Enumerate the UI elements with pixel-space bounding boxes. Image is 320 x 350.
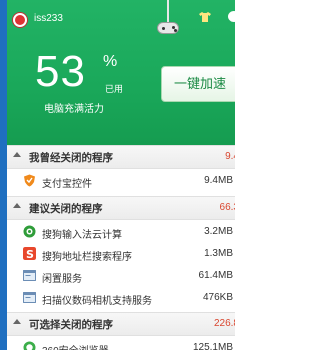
header-panel: iss233 53 % 已用 电脑充满活力 一键加速: [7, 0, 235, 145]
program-name: 扫描仪数码相机支持服务: [42, 296, 152, 307]
list-item[interactable]: 闲置服务 61.4MB: [7, 265, 235, 287]
browser-360-icon: [23, 341, 36, 350]
program-size: 61.4MB: [198, 270, 233, 281]
program-name: 搜狗输入法云计算: [42, 230, 122, 241]
section-title: 可选择关闭的程序: [29, 319, 113, 331]
list-item[interactable]: S 搜狗地址栏搜索程序 1.3MB: [7, 243, 235, 265]
sogou-input-icon: [23, 225, 36, 238]
percent-sign: %: [103, 53, 118, 70]
program-name: 支付宝控件: [42, 179, 92, 190]
program-size: 3.2MB: [204, 226, 233, 237]
program-list: 我曾经关闭的程序 9.4 支付宝控件 9.4MB 建议关闭的程序 66.3 搜狗…: [7, 145, 239, 350]
username: iss233: [34, 13, 63, 24]
skin-shirt-icon[interactable]: [199, 12, 211, 22]
program-name: 闲置服务: [42, 274, 82, 285]
vitality-status: 电脑充满活力: [44, 104, 104, 115]
section-header-suggested-close[interactable]: 建议关闭的程序 66.3: [7, 196, 239, 220]
list-item[interactable]: 支付宝控件 9.4MB: [7, 170, 235, 192]
gamepad-cord: [167, 0, 169, 22]
one-click-accelerate-button[interactable]: 一键加速: [161, 66, 235, 102]
list-item[interactable]: 搜狗输入法云计算 3.2MB: [7, 221, 235, 243]
section-header-optional-close[interactable]: 可选择关闭的程序 226.8: [7, 312, 239, 336]
used-label: 已用: [105, 84, 124, 94]
memory-percent: 53: [35, 47, 86, 96]
collapse-chevron-icon[interactable]: [13, 203, 21, 208]
gamepad-icon[interactable]: [157, 22, 179, 34]
alipay-shield-icon: [24, 174, 35, 187]
collapse-chevron-icon[interactable]: [13, 152, 21, 157]
section-header-previously-closed[interactable]: 我曾经关闭的程序 9.4: [7, 145, 239, 169]
list-item[interactable]: 扫描仪数码相机支持服务 476KB: [7, 287, 235, 309]
sogou-s-icon: S: [23, 247, 36, 260]
collapse-chevron-icon[interactable]: [13, 319, 21, 324]
program-size: 476KB: [202, 292, 233, 303]
section-title: 我曾经关闭的程序: [29, 152, 113, 164]
desktop-edge: [0, 0, 7, 350]
svg-text:S: S: [26, 248, 34, 260]
list-item[interactable]: 360安全浏览器 125.1MB: [7, 337, 235, 350]
program-size: 9.4MB: [204, 175, 233, 186]
program-name: 搜狗地址栏搜索程序: [42, 252, 132, 263]
service-window-icon: [23, 270, 36, 281]
program-name: 360安全浏览器: [42, 342, 109, 350]
service-window-icon: [23, 292, 36, 303]
window-edge: [235, 0, 253, 350]
section-title: 建议关闭的程序: [29, 203, 103, 215]
program-size: 125.1MB: [192, 342, 233, 350]
message-bubble-icon[interactable]: [228, 11, 235, 22]
program-size: 1.3MB: [204, 248, 233, 259]
avatar[interactable]: [12, 12, 28, 28]
